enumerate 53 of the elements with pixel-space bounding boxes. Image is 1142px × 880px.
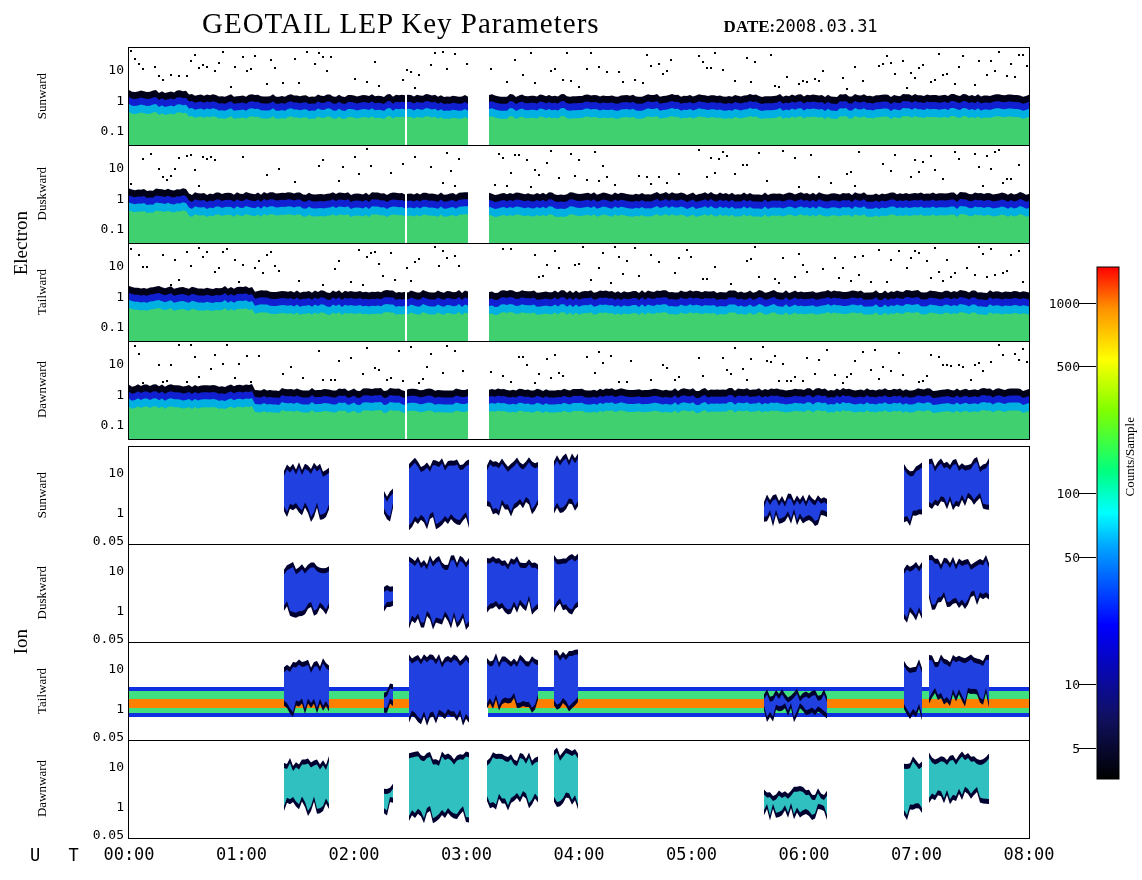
- axis-tick-label: 07:00: [890, 844, 943, 864]
- axis-tick-label: 0.05: [92, 827, 124, 841]
- chart-title: GEOTAIL LEP Key Parameters: [202, 7, 600, 40]
- axis-label: U T: [30, 844, 88, 865]
- axis-tick-label: 0.1: [100, 123, 124, 137]
- axis-tick-label: 1: [116, 289, 124, 303]
- group-label: Ion: [10, 629, 32, 655]
- colorbar-tick-label: 100: [1056, 486, 1080, 500]
- axis-tick-label: 10: [108, 759, 124, 773]
- axis-tick-label: 1: [116, 505, 124, 519]
- axis-tick-label: 0.1: [100, 319, 124, 333]
- colorbar-tick-label: 500: [1056, 359, 1080, 373]
- axis-tick-label: 10: [108, 465, 124, 479]
- axis-tick-label: 1: [116, 387, 124, 401]
- axis-tick-label: 1: [116, 93, 124, 107]
- panel-label: Sunward: [34, 471, 50, 519]
- axis-tick-label: 10: [108, 258, 124, 272]
- colorbar-tick-label: 5: [1072, 741, 1080, 755]
- axis-tick-label: 0.1: [100, 417, 124, 431]
- axis-tick-label: 02:00: [328, 844, 380, 864]
- axis-tick-label: 0.1: [100, 221, 124, 235]
- panel-label: Duskward: [34, 167, 50, 221]
- axis-tick-label: 00:00: [103, 844, 155, 864]
- axis-tick-label: 1: [116, 191, 124, 205]
- axis-tick-label: 1: [116, 603, 124, 617]
- axis-tick-label: 05:00: [665, 844, 718, 864]
- axis-tick-label: 10: [108, 661, 124, 675]
- panel-label: Dawnward: [34, 760, 50, 818]
- panel-label: Dawnward: [34, 361, 50, 419]
- panel-label: Duskward: [34, 566, 50, 620]
- panel-label: Sunward: [34, 72, 50, 120]
- axis-tick-label: 10: [108, 356, 124, 370]
- axis-tick-label: 0.05: [92, 729, 124, 743]
- axis-tick-label: 04:00: [553, 844, 605, 864]
- panel-label: Tailward: [34, 668, 50, 714]
- axis-tick-label: 08:00: [1003, 844, 1055, 864]
- axis-tick-label: 06:00: [778, 844, 830, 864]
- axis-tick-label: 03:00: [440, 844, 493, 864]
- date-label: DATE:2008.03.31: [723, 16, 878, 37]
- axis-tick-label: 0.05: [92, 631, 124, 645]
- colorbar-tick-label: 1000: [1048, 296, 1080, 310]
- axis-tick-label: 1: [116, 799, 124, 813]
- axis-tick-label: 10: [108, 160, 124, 174]
- axis-tick-label: 01:00: [215, 844, 268, 864]
- axis-tick-label: 0.05: [92, 533, 124, 547]
- group-label: Electron: [10, 210, 32, 276]
- axis-tick-label: 10: [108, 62, 124, 76]
- colorbar-label: Counts/Sample: [1122, 417, 1138, 497]
- panel-label: Tailward: [34, 269, 50, 315]
- colorbar-tick-label: 50: [1064, 550, 1080, 564]
- axis-tick-label: 10: [108, 563, 124, 577]
- axis-tick-label: 1: [116, 701, 124, 715]
- colorbar-tick-label: 10: [1064, 677, 1080, 691]
